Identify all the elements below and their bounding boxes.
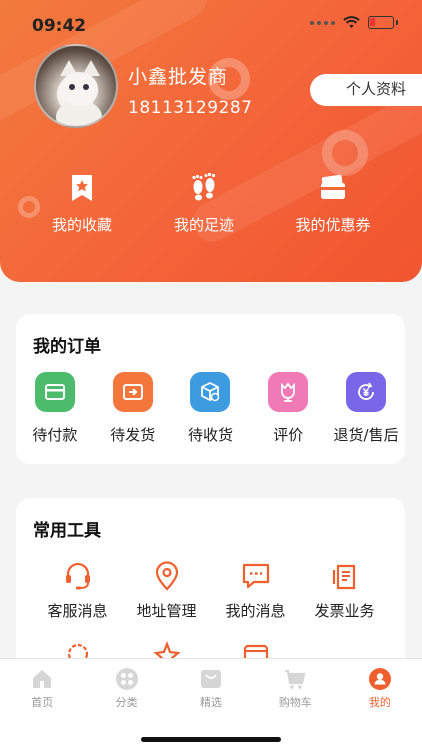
profile-icon [368,668,391,690]
package-icon [190,372,231,412]
order-label: 评价 [273,426,304,444]
orders-title: 我的订单 [33,337,101,357]
tab-featured[interactable]: 精选 [169,659,253,715]
flower-icon [268,372,309,412]
tool-invoice[interactable]: 发票业务 [300,560,389,621]
favorites-link[interactable]: 我的收藏 [0,172,164,235]
favorites-icon [72,175,92,201]
tab-profile[interactable]: 我的 [338,659,422,715]
user-phone: 18113129287 [128,98,253,118]
footprint-link[interactable]: 我的足迹 [164,172,244,235]
tools-title: 常用工具 [33,521,101,541]
card-icon [34,372,75,412]
order-status-row: 待付款 待发货 待收货 评价 退货/售后 [16,372,405,445]
orders-card: 我的订单 待付款 待发货 待收货 评价 退货/售后 [16,314,405,464]
tab-label: 分类 [115,696,138,709]
tool-messages[interactable]: 我的消息 [211,560,300,621]
home-indicator [141,737,281,742]
tab-label: 购物车 [278,696,312,709]
tab-category[interactable]: 分类 [84,659,168,715]
order-label: 待付款 [32,426,78,444]
wifi-icon [343,16,360,28]
headset-icon [65,562,90,590]
refund-icon [346,372,387,412]
order-pending-receipt[interactable]: 待收货 [172,372,250,445]
message-icon [242,563,269,589]
coupon-label: 我的优惠券 [295,216,371,234]
tools-row: 客服消息 地址管理 我的消息 发票业务 [16,560,405,621]
tool-customer-service[interactable]: 客服消息 [33,560,122,621]
tool-label: 客服消息 [47,602,108,620]
avatar[interactable] [34,44,118,128]
profile-header: 09:42 小鑫批发商 18113129287 个人资料 我的收藏 我的足迹 我… [0,0,422,282]
signal-icon [310,20,335,25]
ship-box-icon [112,372,153,412]
tool-address[interactable]: 地址管理 [122,560,211,621]
tool-label: 地址管理 [136,602,197,620]
category-icon [115,668,138,690]
cart-icon [285,669,306,689]
footprint-label: 我的足迹 [173,216,234,234]
tab-label: 精选 [200,696,223,709]
tab-bar: 首页 分类 精选 购物车 我的 [0,658,422,750]
battery-icon [368,16,394,29]
order-pending-shipment[interactable]: 待发货 [94,372,172,445]
footprint-icon [192,172,216,201]
header-decoration [322,130,368,176]
order-pending-payment[interactable]: 待付款 [16,372,94,445]
coupon-icon [321,174,345,199]
user-name: 小鑫批发商 [128,66,229,88]
tab-label: 我的 [368,696,391,709]
quick-links: 我的收藏 我的足迹 我的优惠券 [0,172,422,235]
invoice-icon [332,564,355,590]
status-bar: 09:42 [0,0,422,50]
tool-label: 我的消息 [225,602,286,620]
tab-cart[interactable]: 购物车 [253,659,337,715]
tool-label: 发票业务 [314,602,375,620]
profile-button[interactable]: 个人资料 [310,74,422,106]
featured-icon [201,670,222,688]
order-label: 退货/售后 [333,426,399,444]
coupon-link[interactable]: 我的优惠券 [244,172,422,235]
favorites-label: 我的收藏 [51,216,112,234]
status-time: 09:42 [32,16,87,36]
location-icon [155,561,178,591]
order-label: 待发货 [110,426,156,444]
home-icon [33,670,52,688]
tab-home[interactable]: 首页 [0,659,84,715]
order-review[interactable]: 评价 [249,372,327,445]
order-label: 待收货 [187,426,233,444]
tab-label: 首页 [31,696,54,709]
order-refund[interactable]: 退货/售后 [327,372,405,445]
